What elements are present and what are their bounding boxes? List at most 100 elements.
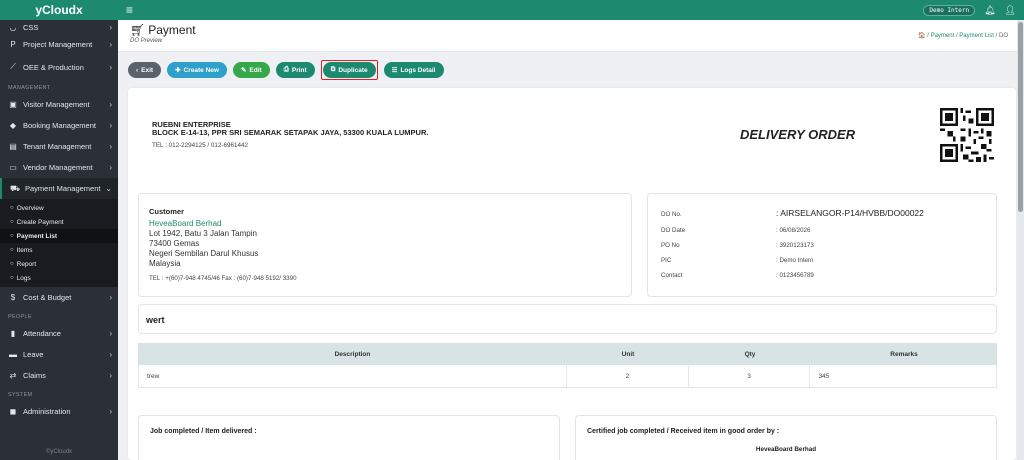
page-title-text: Payment bbox=[148, 23, 196, 37]
list-icon: ☰ bbox=[391, 67, 398, 74]
page-header: 🛒︎ Payment DO Preview 🏠 / Payment / Paym… bbox=[118, 20, 1024, 52]
sidebar-item-label: Booking Management bbox=[23, 121, 96, 130]
chevron-right-icon: › bbox=[109, 62, 112, 72]
chevron-down-icon: ⌄ bbox=[105, 184, 112, 193]
create-new-button[interactable]: ✚ Create New bbox=[167, 62, 227, 78]
chevron-right-icon: › bbox=[109, 142, 112, 151]
submenu-label: Report bbox=[16, 260, 37, 268]
submenu-items[interactable]: ○ Items bbox=[0, 243, 118, 257]
sidebar-item-administration[interactable]: ◼ Administration › bbox=[0, 401, 118, 422]
diamond-icon: ◆ bbox=[9, 121, 17, 130]
col-qty: Qty bbox=[744, 350, 756, 358]
do-date-label: DO Date bbox=[661, 227, 686, 234]
scrollbar-thumb[interactable] bbox=[1018, 22, 1023, 212]
breadcrumb-payment-list[interactable]: Payment List bbox=[959, 33, 994, 39]
edit-button[interactable]: ✎ Edit bbox=[232, 62, 270, 78]
topbar: ≡ Demo Intern 🔔︎ 👤︎ bbox=[118, 0, 1024, 20]
section-system: SYSTEM bbox=[8, 392, 33, 398]
sidebar-item-project-management[interactable]: P Project Management › bbox=[0, 34, 118, 55]
do-info-box: DO No. : AIRSELANGOR-P14/HVBB/DO00022 DO… bbox=[647, 193, 997, 297]
cart-icon: 🛒︎ bbox=[130, 23, 146, 37]
chevron-right-icon: › bbox=[109, 40, 112, 49]
company-tel: TEL : 012-2294125 / 012-6961442 bbox=[152, 142, 249, 149]
signature-company: HeveaBoard Berhad bbox=[755, 446, 817, 453]
customer-box: Customer HeveaBoard Berhad Lot 1942, Bat… bbox=[138, 193, 632, 297]
user-icon[interactable]: 👤︎ bbox=[1005, 5, 1016, 16]
sidebar-item-tenant-management[interactable]: ▤ Tenant Management › bbox=[0, 136, 118, 157]
circle-icon: ○ bbox=[10, 261, 14, 267]
breadcrumb: 🏠 / Payment / Payment List / DO bbox=[918, 32, 1008, 39]
exit-button[interactable]: ‹ Exit bbox=[128, 62, 162, 78]
breadcrumb-current: DO bbox=[999, 33, 1008, 39]
submenu-label: Logs bbox=[16, 274, 31, 282]
duplicate-button[interactable]: ⧉ Duplicate bbox=[322, 62, 376, 78]
print-label: Print bbox=[291, 66, 307, 74]
signature-title-right: Certified job completed / Received item … bbox=[587, 428, 780, 435]
sidebar-item-claims[interactable]: ⇄ Claims › bbox=[0, 365, 118, 386]
customer-name-link[interactable]: HeveaBoard Berhad bbox=[149, 219, 222, 228]
document-title: DELIVERY ORDER bbox=[740, 127, 856, 142]
items-table: Description Unit Qty Remarks trew 2 3 34… bbox=[138, 343, 997, 388]
sidebar-item-attendance[interactable]: ▮ Attendance › bbox=[0, 323, 118, 344]
clipboard-icon: ▮ bbox=[10, 329, 16, 338]
note-text: wert bbox=[146, 315, 165, 325]
chevron-right-icon: › bbox=[109, 100, 112, 109]
id-card-icon: ▣ bbox=[9, 100, 17, 109]
page-subtitle: DO Preview bbox=[130, 38, 163, 44]
submenu-label: Items bbox=[16, 246, 33, 254]
payment-submenu: ○ Overview ○ Create Payment ○ Payment List … bbox=[0, 199, 118, 287]
section-management: MANAGEMENT bbox=[8, 85, 51, 91]
circle-icon: ○ bbox=[10, 233, 14, 239]
sidebar-item-visitor-management[interactable]: ▣ Visitor Management › bbox=[0, 94, 118, 115]
hamburger-menu-icon[interactable]: ≡ bbox=[126, 3, 133, 17]
brand-logo[interactable]: yCloudx bbox=[0, 0, 118, 20]
sidebar-footer: ©yCloudx bbox=[0, 444, 118, 460]
pic-label: PIC bbox=[661, 257, 672, 264]
page-scrollbar[interactable] bbox=[1017, 20, 1024, 460]
dollar-icon: $ bbox=[10, 293, 16, 302]
logs-detail-button[interactable]: ☰ Logs Detail bbox=[383, 62, 444, 78]
submenu-create-payment[interactable]: ○ Create Payment bbox=[0, 215, 118, 229]
sidebar-item-booking-management[interactable]: ◆ Booking Management › bbox=[0, 115, 118, 136]
col-description: Description bbox=[334, 350, 371, 358]
css-icon: ◡ bbox=[9, 22, 17, 32]
submenu-overview[interactable]: ○ Overview bbox=[0, 201, 118, 215]
sidebar-item-oee-production[interactable]: ⟋ OEE & Production › bbox=[0, 55, 118, 79]
chevron-right-icon: › bbox=[109, 329, 112, 338]
chevron-left-icon: ‹ bbox=[136, 66, 139, 74]
sidebar-item-vendor-management[interactable]: ▭ Vendor Management › bbox=[0, 157, 118, 178]
contact-label: Contact bbox=[661, 272, 683, 279]
home-icon[interactable]: 🏠 bbox=[918, 33, 925, 39]
submenu-payment-list[interactable]: ○ Payment List bbox=[0, 229, 118, 243]
sidebar-item-css[interactable]: ◡ CSS › bbox=[0, 20, 118, 34]
submenu-report[interactable]: ○ Report bbox=[0, 257, 118, 271]
signature-title-left: Job completed / Item delivered : bbox=[150, 428, 257, 435]
sidebar-item-label: Tenant Management bbox=[23, 142, 92, 151]
submenu-logs[interactable]: ○ Logs bbox=[0, 271, 118, 285]
print-button[interactable]: ⎙ Print bbox=[275, 62, 315, 78]
sidebar-item-cost-budget[interactable]: $ Cost & Budget › bbox=[0, 287, 118, 308]
circle-icon: ○ bbox=[10, 275, 14, 281]
sidebar-item-label: Cost & Budget bbox=[23, 293, 72, 302]
user-role-pill[interactable]: Demo Intern bbox=[923, 4, 976, 16]
page-title: 🛒︎ Payment bbox=[130, 23, 1024, 37]
customer-address-line: 73400 Gemas bbox=[149, 239, 200, 248]
bell-icon[interactable]: 🔔︎ bbox=[984, 5, 995, 16]
col-unit: Unit bbox=[621, 350, 635, 358]
chevron-right-icon: › bbox=[109, 350, 112, 359]
logs-detail-label: Logs Detail bbox=[400, 66, 436, 74]
chevron-right-icon: › bbox=[109, 407, 112, 416]
breadcrumb-payment[interactable]: Payment bbox=[931, 33, 955, 39]
building-icon: ▤ bbox=[9, 142, 17, 151]
cart-icon: ⛟ bbox=[10, 183, 21, 193]
sidebar-item-leave[interactable]: ▬ Leave › bbox=[0, 344, 118, 365]
customer-heading: Customer bbox=[149, 207, 185, 216]
duplicate-highlight: ⧉ Duplicate bbox=[320, 60, 378, 80]
edit-icon: ✎ bbox=[240, 67, 247, 74]
sidebar-item-payment-management[interactable]: ⛟ Payment Management ⌄ bbox=[0, 178, 118, 199]
cell-qty: 3 bbox=[689, 365, 811, 387]
project-icon: P bbox=[10, 40, 16, 49]
action-toolbar: ‹ Exit ✚ Create New ✎ Edit ⎙ Print ⧉ Duplicat… bbox=[128, 60, 444, 80]
submenu-label: Overview bbox=[16, 204, 44, 212]
exchange-icon: ⇄ bbox=[9, 371, 17, 380]
